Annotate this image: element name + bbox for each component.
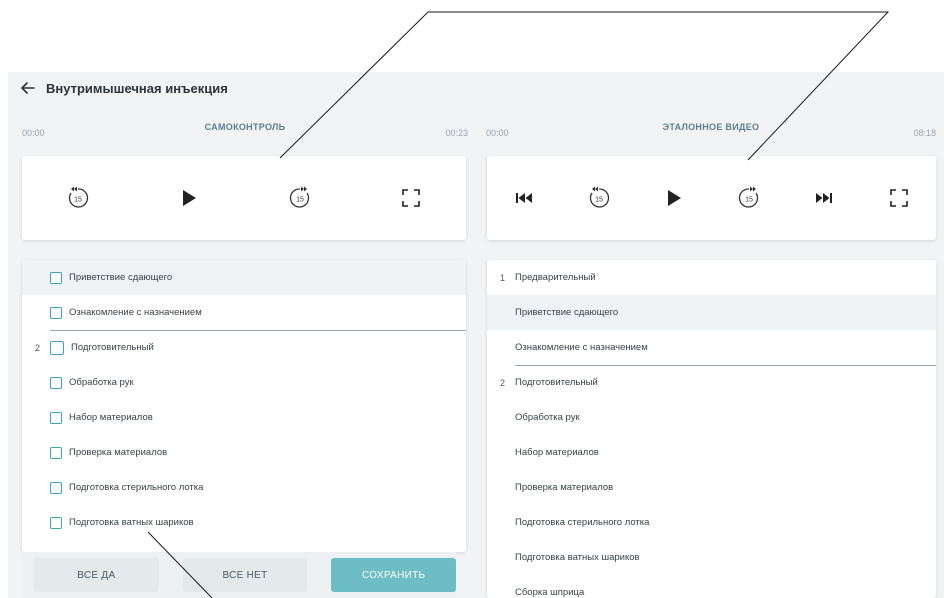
checkbox[interactable]	[50, 411, 62, 424]
play-icon[interactable]	[173, 182, 205, 214]
checkbox[interactable]	[50, 376, 62, 389]
list-item[interactable]: Ознакомление с назначением	[487, 330, 936, 365]
item-label: Предварительный	[515, 272, 596, 283]
skip-back-icon[interactable]	[508, 182, 540, 214]
item-label: Проверка материалов	[515, 482, 614, 493]
checkbox[interactable]	[50, 340, 64, 355]
list-item[interactable]: Сборка шприца	[487, 575, 936, 598]
list-item[interactable]: Подготовка стерильного лотка	[22, 470, 466, 505]
title-bar: Внутримышечная инъекция	[8, 72, 944, 104]
item-number: 2	[34, 342, 40, 353]
item-label: Ознакомление с назначением	[69, 307, 202, 318]
item-label: Ознакомление с назначением	[515, 342, 648, 353]
checkbox[interactable]	[50, 446, 62, 459]
svg-text:15: 15	[745, 197, 753, 204]
svg-text:15: 15	[595, 197, 603, 204]
list-item[interactable]: Приветствие сдающего	[487, 295, 936, 330]
all-no-button[interactable]: ВСЕ НЕТ	[182, 558, 308, 592]
right-time-start: 00:00	[486, 128, 509, 138]
right-player-controls: 15 15	[487, 156, 936, 240]
item-number: 1	[499, 272, 505, 283]
item-label: Проверка материалов	[69, 447, 168, 458]
item-label: Набор материалов	[69, 412, 153, 423]
right-panel-header: ЭТАЛОННОЕ ВИДЕО 00:00 08:18	[486, 122, 936, 144]
checkbox[interactable]	[50, 306, 62, 319]
checkbox[interactable]	[50, 481, 62, 494]
list-item[interactable]: 2 Подготовительный	[22, 330, 466, 365]
left-time-end: 00:23	[445, 128, 468, 138]
item-label: Подготовка стерильного лотка	[515, 517, 650, 528]
list-item[interactable]: Обработка рук	[22, 365, 466, 400]
forward-15-icon[interactable]: 15	[284, 182, 316, 214]
list-item[interactable]: Проверка материалов	[22, 435, 466, 470]
item-label: Сборка шприца	[515, 587, 585, 598]
right-panel-title: ЭТАЛОННОЕ ВИДЕО	[662, 122, 760, 132]
list-item[interactable]: Набор материалов	[22, 400, 466, 435]
list-item[interactable]: Ознакомление с назначением	[22, 295, 466, 330]
list-item[interactable]: Подготовка стерильного лотка	[487, 505, 936, 540]
list-item[interactable]: 1 Предварительный	[487, 260, 936, 295]
list-item[interactable]: 2 Подготовительный	[487, 365, 936, 400]
save-button[interactable]: СОХРАНИТЬ	[331, 558, 457, 592]
left-panel-title: САМОКОНТРОЛЬ	[204, 122, 286, 132]
all-yes-button[interactable]: ВСЕ ДА	[34, 558, 159, 592]
fullscreen-icon[interactable]	[395, 182, 427, 214]
rewind-15-icon[interactable]: 15	[62, 182, 94, 214]
item-label: Подготовка ватных шариков	[515, 552, 640, 563]
item-label: Подготовительный	[515, 377, 598, 388]
forward-15-icon[interactable]: 15	[733, 182, 765, 214]
item-label: Обработка рук	[69, 377, 134, 388]
item-label: Подготовка стерильного лотка	[69, 482, 204, 493]
list-item[interactable]: Набор материалов	[487, 435, 936, 470]
page-title: Внутримышечная инъекция	[46, 80, 228, 96]
item-label: Подготовительный	[71, 342, 154, 353]
left-panel-header: САМОКОНТРОЛЬ 00:00 00:23	[22, 122, 468, 144]
list-item[interactable]: Подготовка ватных шариков	[487, 540, 936, 575]
item-label: Набор материалов	[515, 447, 599, 458]
right-time-end: 08:18	[913, 128, 936, 138]
item-label: Обработка рук	[515, 412, 580, 423]
fullscreen-icon[interactable]	[883, 182, 915, 214]
play-icon[interactable]	[658, 182, 690, 214]
list-item[interactable]: Обработка рук	[487, 400, 936, 435]
item-label: Приветствие сдающего	[515, 307, 619, 318]
rewind-15-icon[interactable]: 15	[583, 182, 615, 214]
list-item[interactable]: Приветствие сдающего	[22, 260, 466, 295]
left-checklist: Приветствие сдающего Ознакомление с назн…	[22, 260, 466, 552]
skip-forward-icon[interactable]	[808, 182, 840, 214]
action-bar: ВСЕ ДА ВСЕ НЕТ СОХРАНИТЬ	[22, 552, 457, 598]
item-number: 2	[499, 377, 505, 388]
svg-text:15: 15	[74, 197, 82, 204]
svg-text:15: 15	[296, 197, 304, 204]
item-label: Подготовка ватных шариков	[69, 517, 194, 528]
item-label: Приветствие сдающего	[69, 272, 173, 283]
right-steps-list: 1 Предварительный Приветствие сдающего О…	[487, 260, 936, 598]
list-item[interactable]: Подготовка ватных шариков	[22, 505, 466, 540]
arrow-left-icon[interactable]	[18, 78, 38, 98]
app-window: Внутримышечная инъекция САМОКОНТРОЛЬ 00:…	[8, 72, 944, 598]
left-time-start: 00:00	[22, 128, 45, 138]
checkbox[interactable]	[50, 516, 62, 529]
checkbox[interactable]	[50, 271, 62, 284]
left-player-controls: 15 15	[22, 156, 466, 240]
list-item[interactable]: Проверка материалов	[487, 470, 936, 505]
